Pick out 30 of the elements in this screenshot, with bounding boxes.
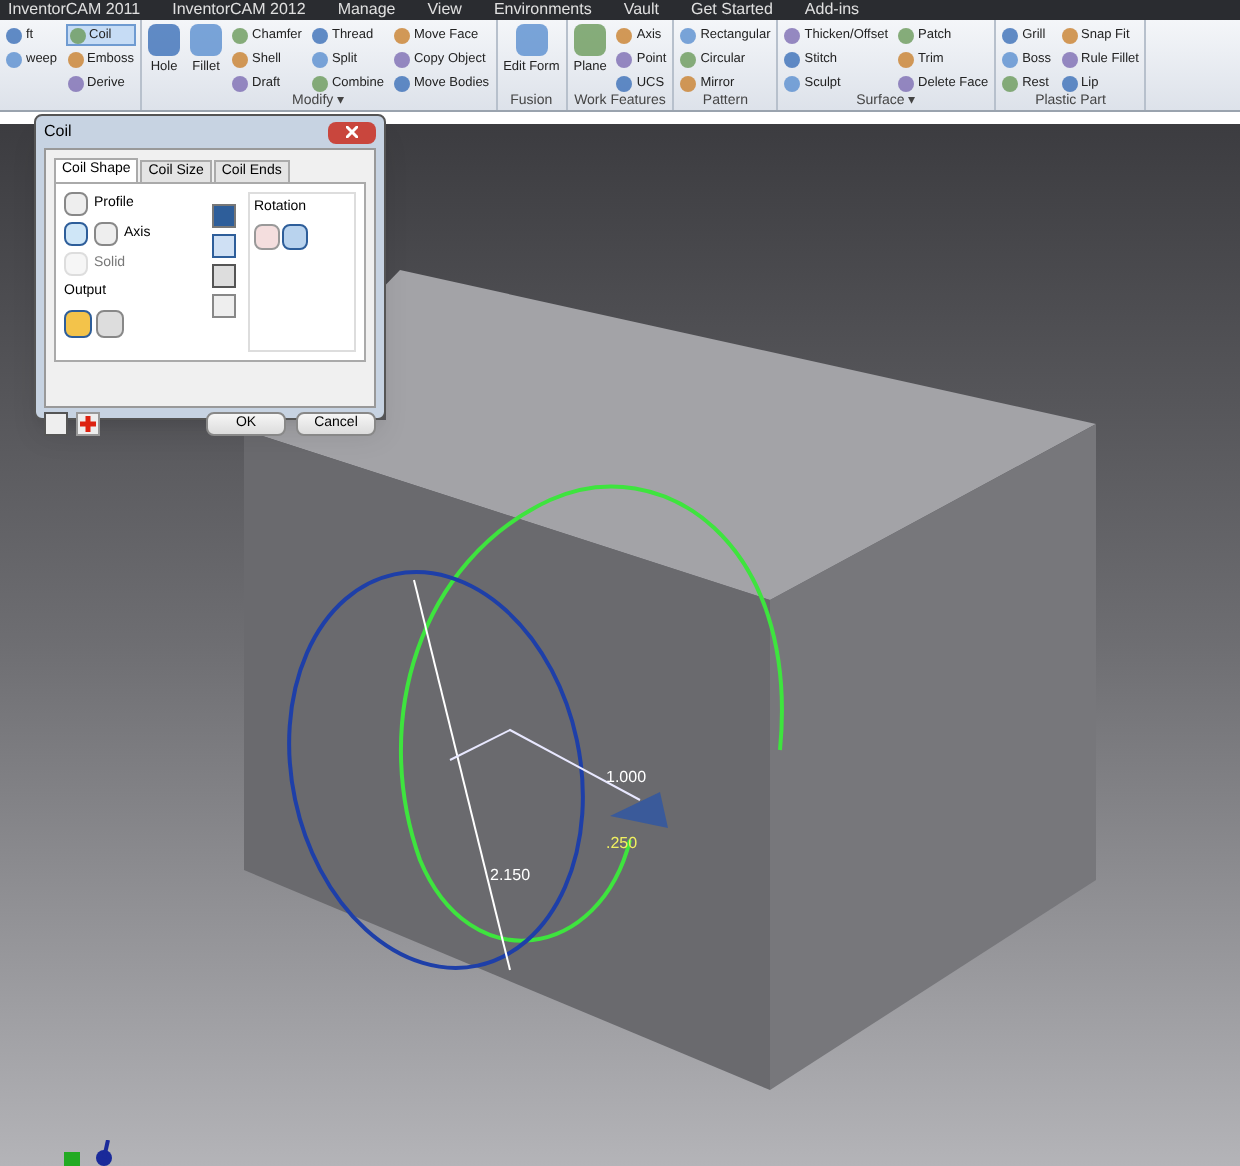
app-tab[interactable]: InventorCAM 2011 [8, 0, 141, 20]
app-tab[interactable]: Vault [623, 0, 659, 20]
plus-icon [80, 416, 96, 432]
app-tab[interactable]: Get Started [691, 0, 773, 20]
app-tab[interactable]: InventorCAM 2012 [172, 0, 306, 20]
select-button[interactable] [64, 222, 88, 246]
orientation-icon [212, 264, 236, 288]
point-select-button[interactable] [94, 222, 118, 246]
solid-output-button[interactable] [64, 309, 92, 337]
orientation-icon [212, 204, 236, 228]
close-button[interactable] [328, 121, 376, 143]
add-button[interactable] [76, 412, 100, 436]
orientation-icon [212, 234, 236, 258]
app-tab[interactable]: Add-ins [804, 0, 860, 20]
dimension-value: 1.000 [606, 768, 647, 786]
select-button[interactable] [64, 192, 88, 216]
dialog-title: Coil [44, 120, 72, 144]
app-tab[interactable]: View [427, 0, 462, 20]
tool-icon [190, 24, 223, 56]
app-tab[interactable]: Manage [337, 0, 396, 20]
dimension-value: 2.150 [490, 866, 531, 884]
tool-icon [148, 24, 181, 56]
app-tab[interactable]: Environments [493, 0, 592, 20]
direction-arrow-icon [610, 792, 668, 828]
tool-icon [574, 24, 607, 56]
close-icon [346, 126, 358, 138]
surface-output-button[interactable] [96, 309, 124, 337]
help-button[interactable] [44, 412, 68, 436]
tool-icon [515, 24, 548, 56]
dimension-value: .250 [606, 834, 638, 852]
